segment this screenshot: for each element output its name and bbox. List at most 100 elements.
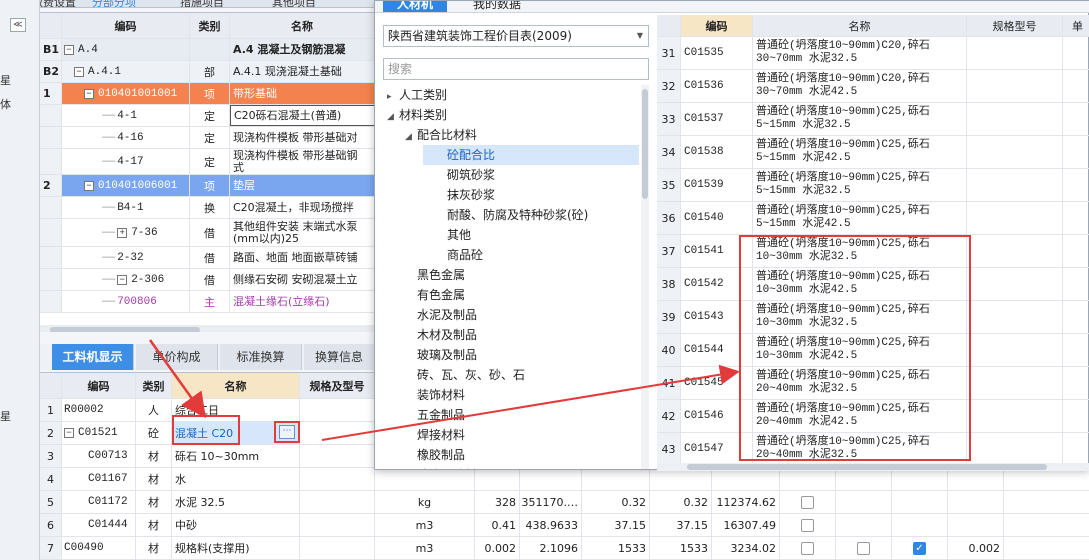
tab-conversion-info[interactable]: 换算信息 <box>304 344 375 370</box>
tree-node[interactable]: ◢ 配合比材料 <box>405 125 477 145</box>
table-row[interactable]: —— B4-1 换 C20混凝土，非现场搅拌 <box>40 197 375 219</box>
material-row[interactable]: 42 C01546 普通砼(坍落度10~90mm)C25,砾石20~40mm 水泥4… <box>657 400 1089 433</box>
table-row[interactable]: —— 4-1 定 C20砾石混凝土(普通) <box>40 105 375 127</box>
table-row[interactable]: 7 C00490 材规格料(支撑用) m3 0.002 2.1096 1533 1533 323… <box>40 537 1089 560</box>
material-row[interactable]: 39 C01543 普通砼(坍落度10~90mm)C25,碎石10~30mm 水泥3… <box>657 301 1089 334</box>
checkbox-2[interactable] <box>857 541 870 555</box>
table-row[interactable]: —— −2-306 借侧缘石安砌 安砌混凝土立 <box>40 269 375 291</box>
table-row[interactable]: —— 700806 主混凝土缘石(立缘石) <box>40 291 375 313</box>
tree-node[interactable]: 抹灰砂浆 <box>423 185 495 205</box>
collapse-icon[interactable]: − <box>84 180 94 191</box>
material-row[interactable]: 41 C01545 普通砼(坍落度10~90mm)C25,砾石20~40mm 水泥3… <box>657 367 1089 400</box>
material-row[interactable]: 40 C01544 普通砼(坍落度10~90mm)C25,碎石10~30mm 水泥4… <box>657 334 1089 367</box>
tab-unit-price[interactable]: 单价构成 <box>136 344 218 370</box>
tab-standard-conversion[interactable]: 标准换算 <box>220 344 302 370</box>
table-row[interactable]: 6 C01444 材中砂 m3 0.41 438.9633 37.15 37.15 16307.… <box>40 514 1089 537</box>
table-row[interactable]: —— 4-16 定现浇构件模板 带形基础对 <box>40 127 375 149</box>
collapse-icon[interactable]: − <box>117 274 128 285</box>
search-input[interactable]: 搜索 <box>383 58 649 80</box>
material-row[interactable]: 34 C01538 普通砼(坍落度10~90mm)C25,砾石5~15mm 水泥42… <box>657 136 1089 169</box>
tree-node[interactable]: 水泥及制品 <box>405 305 477 325</box>
tree-node[interactable]: 耐酸、防腐及特种砂浆(砼) <box>423 205 588 225</box>
mh-name[interactable]: 名称 <box>753 15 967 36</box>
tree-scrollbar[interactable] <box>641 85 649 469</box>
tab-fee-settings[interactable]: 取费设置 <box>40 0 76 7</box>
table-row[interactable]: 5 C01172 材水泥 32.5 kg 328 351170.… 0.32 0.32 1123… <box>40 491 1089 514</box>
table-row[interactable]: B1− A.4 A.4 混凝土及钢筋混凝 <box>40 39 375 61</box>
tree-node[interactable]: 装饰材料 <box>405 385 465 405</box>
header-type[interactable]: 类别 <box>190 13 230 38</box>
collapse-icon[interactable]: − <box>74 66 84 77</box>
material-row[interactable]: 37 C01541 普通砼(坍落度10~90mm)C25,砾石10~30mm 水泥3… <box>657 235 1089 268</box>
lh-type[interactable]: 类别 <box>136 373 172 398</box>
tab-labor-material[interactable]: 工料机显示 <box>52 344 134 370</box>
collapse-arrow-icon[interactable]: ◢ <box>405 127 417 147</box>
tree-node[interactable]: 其他 <box>423 225 471 245</box>
material-row[interactable]: 31 C01535 普通砼(坍落度10~90mm)C20,碎石30~70mm 水泥3… <box>657 37 1089 70</box>
tree-node[interactable]: ◢ 材料类别 <box>387 105 447 125</box>
material-row[interactable]: 33 C01537 普通砼(坍落度10~90mm)C25,砾石5~15mm 水泥32… <box>657 103 1089 136</box>
tree-node[interactable]: 焊接材料 <box>405 425 465 445</box>
material-row[interactable]: 32 C01536 普通砼(坍落度10~90mm)C20,碎石30~70mm 水泥4… <box>657 70 1089 103</box>
tree-node[interactable]: 五金制品 <box>405 405 465 425</box>
material-hscrollbar[interactable] <box>657 463 1089 471</box>
tree-node[interactable]: 橡胶制品 <box>405 445 465 465</box>
table-row[interactable]: 1−010401001001 项带形基础 <box>40 83 375 105</box>
table-row[interactable]: —— 2-32 借路面、地面 地面嵌草砖铺 <box>40 247 375 269</box>
tree-node[interactable]: 商品砼 <box>423 245 483 265</box>
header-code[interactable]: 编码 <box>62 13 190 38</box>
lh-name[interactable]: 名称 <box>172 373 300 398</box>
tree-node[interactable]: 有色金属 <box>405 285 465 305</box>
dialog-tab-my-data[interactable]: 我的数据 <box>459 1 535 12</box>
table-row[interactable]: 2−010401006001 项垫层 <box>40 175 375 197</box>
collapse-icon[interactable]: − <box>84 88 94 99</box>
dialog-tab-materials[interactable]: 人材机 <box>383 1 448 12</box>
material-spec <box>967 70 1063 102</box>
mh-code[interactable]: 编码 <box>681 15 753 36</box>
material-row[interactable]: 36 C01540 普通砼(坍落度10~90mm)C25,碎石5~15mm 水泥42… <box>657 202 1089 235</box>
tree-node[interactable]: 玻璃及制品 <box>405 345 477 365</box>
table-row[interactable]: 4 C01167 材水 <box>40 468 1089 491</box>
collapse-icon[interactable]: − <box>64 44 74 55</box>
tree-node[interactable]: 黑色金属 <box>405 265 465 285</box>
checkbox-3[interactable]: ✓ <box>913 541 926 555</box>
lh-code[interactable]: 编码 <box>62 373 136 398</box>
library-select[interactable]: 陕西省建筑装饰工程价目表(2009) ▼ <box>383 25 649 47</box>
table-row[interactable]: —— 4-17 定现浇构件模板 带形基础钢 式 <box>40 149 375 175</box>
tab-other[interactable]: 其他项目 <box>272 0 316 7</box>
table-row[interactable]: —— +7-36 借其他组件安装 末端式水泵 (mm以内)25 <box>40 219 375 247</box>
collapse-panel-button[interactable]: ≪ <box>10 18 26 32</box>
material-row[interactable]: 35 C01539 普通砼(坍落度10~90mm)C25,碎石5~15mm 水泥32… <box>657 169 1089 202</box>
lh-spec[interactable]: 规格及型号 <box>300 373 375 398</box>
tree-node-label: 材料类别 <box>399 108 448 122</box>
mh-unit[interactable]: 单 <box>1063 15 1089 36</box>
tree-node[interactable]: 油漆及涂料 <box>405 465 477 469</box>
expand-icon[interactable]: + <box>117 227 128 238</box>
checkbox-1[interactable] <box>801 541 814 555</box>
tree-node-label: 玻璃及制品 <box>417 348 478 362</box>
tree-node[interactable]: 砖、瓦、灰、砂、石 <box>405 365 525 385</box>
checkbox-1[interactable] <box>801 518 814 532</box>
row-code-text: A.4.1 <box>88 65 122 78</box>
material-row[interactable]: 43 C01547 普通砼(坍落度10~90mm)C25,碎石20~40mm 水泥3… <box>657 433 1089 463</box>
more-icon[interactable]: ⋯ <box>279 425 295 439</box>
material-code: C01535 <box>681 37 753 69</box>
table-row[interactable]: B2− A.4.1 部 A.4.1 现浇混凝土基础 <box>40 61 375 83</box>
collapse-icon[interactable]: − <box>64 428 74 438</box>
header-name[interactable]: 名称 <box>230 13 375 38</box>
tab-items[interactable]: 分部分项 <box>92 0 136 7</box>
upper-hscrollbar[interactable] <box>40 325 375 332</box>
tree-node[interactable]: 砼配合比 <box>423 145 639 165</box>
expand-arrow-icon[interactable]: ▸ <box>387 87 399 107</box>
mh-spec[interactable]: 规格型号 <box>967 15 1063 36</box>
material-name: 普通砼(坍落度10~90mm)C25,砾石5~15mm 水泥32.5 <box>753 103 967 135</box>
collapse-arrow-icon[interactable]: ◢ <box>387 107 399 127</box>
tree-node[interactable]: ▸ 人工类别 <box>387 85 447 105</box>
tab-measures[interactable]: 措施项目 <box>180 0 224 7</box>
checkbox-1[interactable] <box>801 495 814 509</box>
tree-node[interactable]: 砌筑砂浆 <box>423 165 495 185</box>
tree-node-label: 其他 <box>447 228 472 242</box>
tree-node[interactable]: 木材及制品 <box>405 325 477 345</box>
mh-num <box>657 15 681 36</box>
material-row[interactable]: 38 C01542 普通砼(坍落度10~90mm)C25,砾石10~30mm 水泥4… <box>657 268 1089 301</box>
